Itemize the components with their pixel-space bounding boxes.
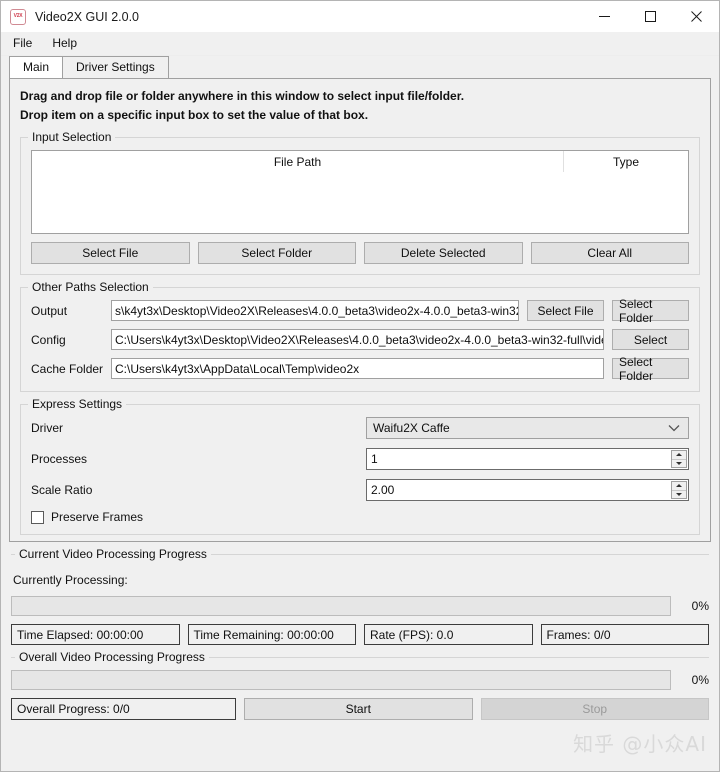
current-progress-bar bbox=[11, 596, 671, 616]
overall-progress-group: Overall Video Processing Progress 0% Ove… bbox=[11, 650, 709, 720]
cache-folder-input[interactable]: C:\Users\k4yt3x\AppData\Local\Temp\video… bbox=[111, 358, 604, 379]
start-button[interactable]: Start bbox=[244, 698, 473, 720]
overall-progress-bar bbox=[11, 670, 671, 690]
listview-header: File Path Type bbox=[32, 151, 688, 172]
title-bar: V2X Video2X GUI 2.0.0 bbox=[1, 1, 719, 32]
time-elapsed-stat: Time Elapsed: 00:00:00 bbox=[11, 624, 180, 645]
input-selection-title: Input Selection bbox=[28, 130, 116, 145]
processes-spin-down-icon[interactable] bbox=[672, 459, 686, 467]
express-settings-title: Express Settings bbox=[28, 397, 127, 412]
column-header-type[interactable]: Type bbox=[564, 151, 688, 172]
scale-ratio-value: 2.00 bbox=[371, 483, 395, 497]
other-paths-title: Other Paths Selection bbox=[28, 280, 153, 295]
overall-controls-row: Overall Progress: 0/0 Start Stop bbox=[11, 698, 709, 720]
processes-stepper[interactable]: 1 bbox=[366, 448, 689, 470]
close-icon[interactable] bbox=[673, 1, 719, 32]
select-file-button[interactable]: Select File bbox=[31, 242, 190, 264]
cache-folder-row: Cache Folder C:\Users\k4yt3x\AppData\Loc… bbox=[31, 355, 689, 383]
config-label: Config bbox=[31, 332, 66, 347]
input-selection-buttons: Select File Select Folder Delete Selecte… bbox=[31, 242, 689, 264]
config-path-row: Config C:\Users\k4yt3x\Desktop\Video2X\R… bbox=[31, 329, 689, 350]
scale-ratio-row: Scale Ratio 2.00 bbox=[31, 479, 689, 501]
rate-fps-stat: Rate (FPS): 0.0 bbox=[364, 624, 533, 645]
overall-progress-percent: 0% bbox=[691, 673, 709, 687]
processes-spin-up-icon[interactable] bbox=[672, 451, 686, 460]
hint-line-1: Drag and drop file or folder anywhere in… bbox=[20, 89, 465, 103]
window-controls bbox=[581, 1, 719, 32]
hint-line-2: Drop item on a specific input box to set… bbox=[20, 108, 369, 122]
tab-main[interactable]: Main bbox=[9, 56, 64, 78]
processes-row: Processes 1 bbox=[31, 448, 689, 470]
processes-value: 1 bbox=[371, 452, 378, 466]
current-progress-bar-row: 0% bbox=[11, 596, 709, 616]
select-folder-button[interactable]: Select Folder bbox=[197, 242, 356, 264]
driver-select[interactable]: Waifu2X Caffe bbox=[366, 417, 689, 439]
processes-spin-buttons bbox=[671, 450, 687, 468]
driver-selected-value: Waifu2X Caffe bbox=[373, 421, 450, 435]
currently-processing-label: Currently Processing: bbox=[13, 573, 128, 587]
menu-item-file[interactable]: File bbox=[9, 33, 42, 54]
config-select-button[interactable]: Select bbox=[612, 329, 689, 350]
cache-folder-label: Cache Folder bbox=[31, 361, 104, 376]
app-window: V2X Video2X GUI 2.0.0 File Help Main Dri… bbox=[0, 0, 720, 772]
output-select-folder-button[interactable]: Select Folder bbox=[612, 297, 689, 325]
watermark: 知乎 @小众AI bbox=[573, 732, 707, 756]
menu-bar: File Help bbox=[1, 32, 719, 56]
scale-ratio-label: Scale Ratio bbox=[31, 483, 93, 497]
preserve-frames-label: Preserve Frames bbox=[51, 510, 144, 524]
menu-item-help[interactable]: Help bbox=[48, 33, 87, 54]
express-settings-group: Express Settings Driver Waifu2X Caffe Pr… bbox=[20, 397, 700, 535]
driver-label: Driver bbox=[31, 421, 63, 435]
scale-ratio-spin-down-icon[interactable] bbox=[672, 490, 686, 498]
output-label: Output bbox=[31, 303, 68, 318]
output-path-input[interactable]: s\k4yt3x\Desktop\Video2X\Releases\4.0.0_… bbox=[111, 300, 519, 321]
scale-ratio-spin-up-icon[interactable] bbox=[672, 482, 686, 491]
time-remaining-stat: Time Remaining: 00:00:00 bbox=[187, 624, 356, 645]
overall-progress-title: Overall Video Processing Progress bbox=[15, 650, 209, 665]
tab-page-main: Drag and drop file or folder anywhere in… bbox=[9, 78, 711, 542]
current-progress-group: Current Video Processing Progress Curren… bbox=[11, 547, 709, 645]
driver-row: Driver Waifu2X Caffe bbox=[31, 417, 689, 439]
current-progress-stats: Time Elapsed: 00:00:00 Time Remaining: 0… bbox=[11, 624, 709, 645]
minimize-icon[interactable] bbox=[581, 1, 627, 32]
output-select-file-button[interactable]: Select File bbox=[527, 300, 604, 321]
window-title: Video2X GUI 2.0.0 bbox=[35, 9, 140, 24]
current-progress-percent: 0% bbox=[691, 599, 709, 613]
tab-strip: Main Driver Settings bbox=[1, 56, 719, 78]
stop-button: Stop bbox=[480, 698, 709, 720]
tab-driver-settings[interactable]: Driver Settings bbox=[62, 56, 169, 78]
chevron-down-icon bbox=[668, 421, 680, 435]
overall-progress-bar-row: 0% bbox=[11, 670, 709, 690]
frames-stat: Frames: 0/0 bbox=[540, 624, 709, 645]
processes-label: Processes bbox=[31, 452, 88, 466]
preserve-frames-checkbox[interactable] bbox=[31, 510, 44, 524]
maximize-icon[interactable] bbox=[627, 1, 673, 32]
config-path-input[interactable]: C:\Users\k4yt3x\Desktop\Video2X\Releases… bbox=[111, 329, 604, 350]
column-header-file-path[interactable]: File Path bbox=[32, 151, 564, 172]
input-file-listview[interactable]: File Path Type bbox=[31, 150, 689, 234]
input-selection-group: Input Selection File Path Type Select Fi… bbox=[20, 130, 700, 275]
delete-selected-button[interactable]: Delete Selected bbox=[364, 242, 523, 264]
cache-select-folder-button[interactable]: Select Folder bbox=[612, 355, 689, 383]
preserve-frames-row[interactable]: Preserve Frames bbox=[31, 510, 689, 524]
other-paths-group: Other Paths Selection Output s\k4yt3x\De… bbox=[20, 280, 700, 392]
overall-progress-stat: Overall Progress: 0/0 bbox=[11, 698, 236, 720]
app-icon: V2X bbox=[10, 8, 26, 25]
current-progress-title: Current Video Processing Progress bbox=[15, 547, 211, 562]
scale-ratio-spin-buttons bbox=[671, 481, 687, 499]
progress-area: Current Video Processing Progress Curren… bbox=[1, 547, 719, 720]
scale-ratio-stepper[interactable]: 2.00 bbox=[366, 479, 689, 501]
output-path-row: Output s\k4yt3x\Desktop\Video2X\Releases… bbox=[31, 297, 689, 325]
clear-all-button[interactable]: Clear All bbox=[530, 242, 689, 264]
